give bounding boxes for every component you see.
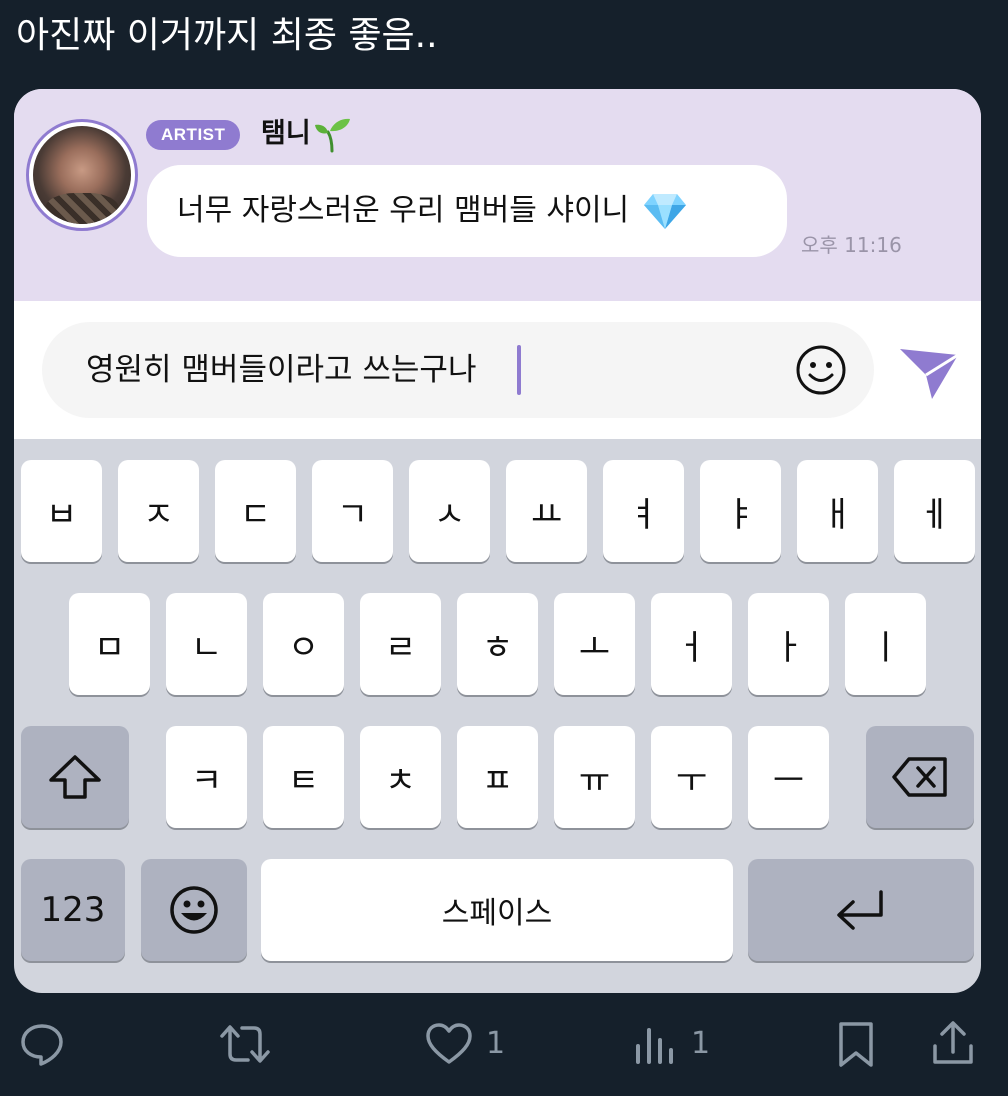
message-input-text[interactable]: 영원히 맴버들이라고 쓰는구나: [86, 349, 476, 391]
key-ㅂ-label: ㅂ: [45, 494, 78, 535]
share-icon[interactable]: [930, 1018, 976, 1068]
screenshot-card: ARTIST 탬니 너무 자랑스러운 우리 맴버들 샤이니 오후 11:16 영…: [14, 89, 981, 993]
key-ㅣ[interactable]: ㅣ: [845, 593, 926, 695]
message-time: 오후 11:16: [801, 233, 902, 257]
key-ㅋ[interactable]: ㅋ: [166, 726, 247, 828]
key-ㄹ[interactable]: ㄹ: [360, 593, 441, 695]
emoji-key-icon: [170, 886, 218, 934]
artist-badge: ARTIST: [146, 120, 241, 150]
key-ㅏ-label: ㅏ: [772, 627, 805, 668]
key-ㅠ-label: ㅠ: [578, 760, 611, 801]
key-ㅇ[interactable]: ㅇ: [263, 593, 344, 695]
key-ㄴ[interactable]: ㄴ: [166, 593, 247, 695]
shift-key[interactable]: [21, 726, 129, 828]
heart-icon[interactable]: [425, 1022, 473, 1066]
return-key[interactable]: [748, 859, 974, 961]
key-ㅡ-label: ㅡ: [772, 760, 805, 801]
key-ㅐ-label: ㅐ: [821, 494, 854, 535]
views-count: 1: [691, 1026, 711, 1061]
input-area: 영원히 맴버들이라고 쓰는구나: [14, 301, 981, 439]
numbers-key-label: 123: [40, 890, 106, 930]
key-ㅍ[interactable]: ㅍ: [457, 726, 538, 828]
send-icon[interactable]: [896, 341, 962, 403]
bookmark-icon[interactable]: [836, 1019, 876, 1069]
avatar[interactable]: [26, 119, 138, 231]
backspace-icon: [892, 757, 947, 797]
key-ㄱ-label: ㄱ: [336, 494, 369, 535]
key-ㅋ-label: ㅋ: [190, 760, 223, 801]
key-ㅂ[interactable]: ㅂ: [21, 460, 102, 562]
smiley-icon[interactable]: [794, 343, 848, 397]
key-ㅗ[interactable]: ㅗ: [554, 593, 635, 695]
text-caret: [517, 345, 521, 395]
sprout-icon: [314, 118, 350, 153]
key-ㅅ-label: ㅅ: [433, 494, 466, 535]
key-ㅌ[interactable]: ㅌ: [263, 726, 344, 828]
key-ㅎ-label: ㅎ: [481, 627, 514, 668]
numbers-key[interactable]: 123: [21, 859, 125, 961]
key-ㅣ-label: ㅣ: [869, 627, 902, 668]
tweet-text: 아진짜 이거까지 최종 좋음..: [16, 15, 438, 56]
backspace-key[interactable]: [866, 726, 974, 828]
key-ㅏ[interactable]: ㅏ: [748, 593, 829, 695]
key-ㅁ-label: ㅁ: [93, 627, 126, 668]
key-ㅛ-label: ㅛ: [530, 494, 563, 535]
space-key-label: 스페이스: [441, 896, 553, 931]
key-ㅌ-label: ㅌ: [287, 760, 320, 801]
key-ㅈ-label: ㅈ: [142, 494, 175, 535]
views-icon[interactable]: [632, 1022, 678, 1068]
chat-area: ARTIST 탬니 너무 자랑스러운 우리 맴버들 샤이니 오후 11:16: [14, 89, 981, 301]
key-ㅗ-label: ㅗ: [578, 627, 611, 668]
key-ㅕ[interactable]: ㅕ: [603, 460, 684, 562]
key-ㅠ[interactable]: ㅠ: [554, 726, 635, 828]
message-text: 너무 자랑스러운 우리 맴버들 샤이니: [177, 193, 630, 228]
key-ㅁ[interactable]: ㅁ: [69, 593, 150, 695]
key-ㅊ[interactable]: ㅊ: [360, 726, 441, 828]
key-ㅔ-label: ㅔ: [918, 494, 951, 535]
key-ㅜ-label: ㅜ: [675, 760, 708, 801]
key-ㄹ-label: ㄹ: [384, 627, 417, 668]
retweet-icon[interactable]: [218, 1020, 272, 1068]
key-ㅛ[interactable]: ㅛ: [506, 460, 587, 562]
shift-arrow-icon: [49, 755, 101, 799]
key-ㅇ-label: ㅇ: [287, 627, 320, 668]
key-ㅓ-label: ㅓ: [675, 627, 708, 668]
diamond-icon: [644, 194, 687, 229]
key-ㅎ[interactable]: ㅎ: [457, 593, 538, 695]
reply-icon[interactable]: [18, 1020, 66, 1068]
key-ㄴ-label: ㄴ: [190, 627, 223, 668]
key-ㅔ[interactable]: ㅔ: [894, 460, 975, 562]
space-key[interactable]: 스페이스: [261, 859, 733, 961]
key-ㅈ[interactable]: ㅈ: [118, 460, 199, 562]
key-ㅐ[interactable]: ㅐ: [797, 460, 878, 562]
key-ㅕ-label: ㅕ: [627, 494, 660, 535]
sender-name-text: 탬니: [261, 118, 311, 149]
key-ㅑ[interactable]: ㅑ: [700, 460, 781, 562]
key-ㅑ-label: ㅑ: [724, 494, 757, 535]
key-ㅜ[interactable]: ㅜ: [651, 726, 732, 828]
key-ㄷ[interactable]: ㄷ: [215, 460, 296, 562]
return-arrow-icon: [837, 890, 883, 930]
key-ㄷ-label: ㄷ: [239, 494, 272, 535]
key-ㅓ[interactable]: ㅓ: [651, 593, 732, 695]
avatar-photo: [33, 126, 131, 224]
key-ㅍ-label: ㅍ: [481, 760, 514, 801]
sender-name: 탬니: [261, 115, 353, 153]
key-ㅡ[interactable]: ㅡ: [748, 726, 829, 828]
key-ㄱ[interactable]: ㄱ: [312, 460, 393, 562]
emoji-key[interactable]: [141, 859, 247, 961]
like-count: 1: [486, 1026, 506, 1061]
key-ㅊ-label: ㅊ: [384, 760, 417, 801]
message-bubble: 너무 자랑스러운 우리 맴버들 샤이니: [147, 165, 787, 257]
key-ㅅ[interactable]: ㅅ: [409, 460, 490, 562]
